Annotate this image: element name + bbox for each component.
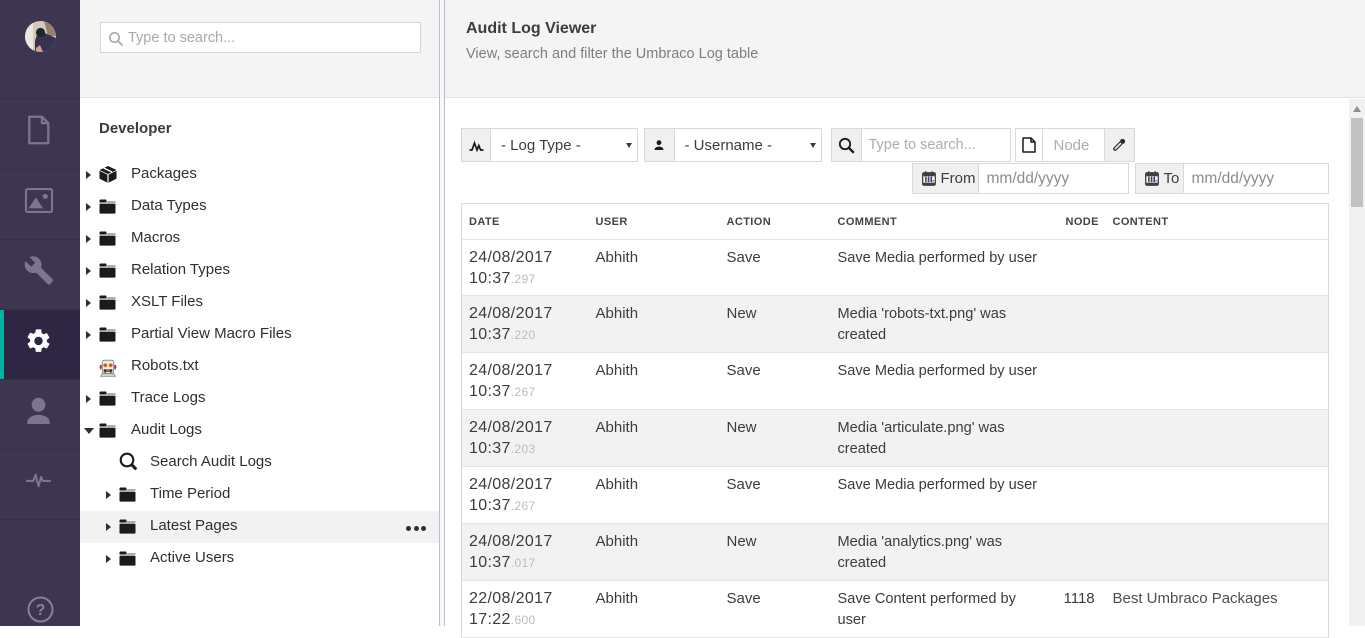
svg-text:?: ? [35, 602, 45, 619]
